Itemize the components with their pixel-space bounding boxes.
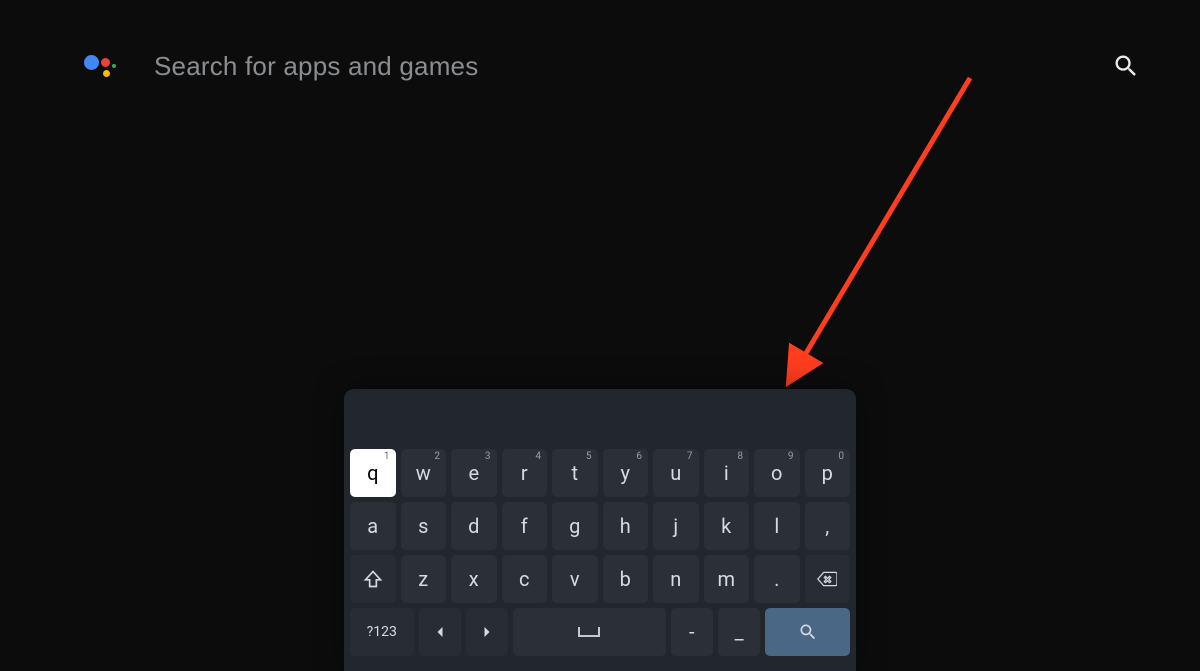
key-superscript: 6 <box>636 451 642 462</box>
key-label: c <box>519 567 529 591</box>
chevron-left-icon <box>430 622 450 642</box>
key-label: n <box>670 567 681 591</box>
key-z[interactable]: z <box>401 555 447 603</box>
key-,[interactable]: , <box>805 502 851 550</box>
dash-key[interactable]: - <box>671 608 713 656</box>
key-label: y <box>621 461 630 485</box>
backspace-icon <box>817 569 837 589</box>
key-label: b <box>620 567 631 591</box>
keyboard-row-1: q1w2e3r4t5y6u7i8o9p0 <box>350 449 850 497</box>
key-label: q <box>367 461 378 485</box>
key-label: o <box>771 461 782 485</box>
key-label: r <box>521 461 528 485</box>
key-.[interactable]: . <box>754 555 800 603</box>
key-label: e <box>468 461 479 485</box>
key-f[interactable]: f <box>502 502 548 550</box>
key-label: l <box>774 514 779 538</box>
key-label: f <box>521 514 528 538</box>
key-superscript: 3 <box>485 451 491 462</box>
key-label: , <box>825 514 829 538</box>
key-u[interactable]: u7 <box>653 449 699 497</box>
key-label: k <box>721 514 731 538</box>
search-icon <box>798 622 818 642</box>
key-m[interactable]: m <box>704 555 750 603</box>
key-superscript: 2 <box>434 451 440 462</box>
key-v[interactable]: v <box>552 555 598 603</box>
chevron-right-icon <box>477 622 497 642</box>
key-superscript: 4 <box>535 451 541 462</box>
spacebar-icon <box>578 627 600 637</box>
search-input[interactable] <box>154 51 1092 82</box>
underscore-key[interactable]: _ <box>718 608 760 656</box>
cursor-left-key[interactable] <box>419 608 461 656</box>
cursor-right-key[interactable] <box>466 608 508 656</box>
key-label: g <box>569 514 580 538</box>
key-label: z <box>418 567 428 591</box>
key-superscript: 9 <box>788 451 794 462</box>
key-x[interactable]: x <box>451 555 497 603</box>
key-s[interactable]: s <box>401 502 447 550</box>
key-superscript: 1 <box>384 451 390 462</box>
key-p[interactable]: p0 <box>805 449 851 497</box>
symbols-key[interactable]: ?123 <box>350 608 414 656</box>
key-b[interactable]: b <box>603 555 649 603</box>
key-a[interactable]: a <box>350 502 396 550</box>
key-label: u <box>670 461 681 485</box>
key-y[interactable]: y6 <box>603 449 649 497</box>
key-label: v <box>570 567 580 591</box>
search-action-key[interactable] <box>765 608 850 656</box>
key-l[interactable]: l <box>754 502 800 550</box>
search-bar <box>84 46 1140 86</box>
key-n[interactable]: n <box>653 555 699 603</box>
search-icon[interactable] <box>1112 52 1140 80</box>
key-label: a <box>367 514 378 538</box>
shift-key[interactable] <box>350 555 396 603</box>
key-c[interactable]: c <box>502 555 548 603</box>
key-label: p <box>822 461 833 485</box>
key-label: m <box>717 567 735 591</box>
key-k[interactable]: k <box>704 502 750 550</box>
key-label: j <box>673 514 678 538</box>
key-label: w <box>416 461 431 485</box>
key-superscript: 7 <box>687 451 693 462</box>
key-label: x <box>469 567 479 591</box>
keyboard-row-4: ?123 - _ <box>350 608 850 656</box>
keyboard-row-2: a s d f g h j k l, <box>350 502 850 550</box>
key-superscript: 0 <box>838 451 844 462</box>
key-i[interactable]: i8 <box>704 449 750 497</box>
keyboard-row-3: z x c v b n m. <box>350 555 850 603</box>
key-t[interactable]: t5 <box>552 449 598 497</box>
key-label: d <box>468 514 479 538</box>
key-w[interactable]: w2 <box>401 449 447 497</box>
key-label: i <box>724 461 729 485</box>
key-d[interactable]: d <box>451 502 497 550</box>
key-j[interactable]: j <box>653 502 699 550</box>
key-q[interactable]: q1 <box>350 449 396 497</box>
spacebar-key[interactable] <box>513 608 665 656</box>
onscreen-keyboard: q1w2e3r4t5y6u7i8o9p0 asdfghjkl, zxcvbnm.… <box>344 389 856 671</box>
key-g[interactable]: g <box>552 502 598 550</box>
key-label: t <box>571 461 578 485</box>
key-e[interactable]: e3 <box>451 449 497 497</box>
backspace-key[interactable] <box>805 555 851 603</box>
key-superscript: 8 <box>737 451 743 462</box>
key-label: s <box>418 514 428 538</box>
key-label: h <box>620 514 631 538</box>
google-assistant-icon[interactable] <box>84 51 114 81</box>
key-h[interactable]: h <box>603 502 649 550</box>
shift-icon <box>363 569 383 589</box>
key-label: . <box>774 567 779 591</box>
key-r[interactable]: r4 <box>502 449 548 497</box>
key-o[interactable]: o9 <box>754 449 800 497</box>
annotation-arrow-icon <box>760 70 1000 390</box>
key-superscript: 5 <box>586 451 592 462</box>
